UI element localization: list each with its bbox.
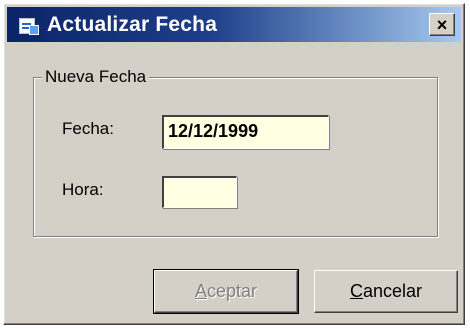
aceptar-button[interactable]: Aceptar	[153, 269, 299, 314]
cancelar-label-rest: ancelar	[362, 281, 423, 301]
fecha-input-value: 12/12/1999	[168, 121, 259, 141]
app-icon-tag	[29, 24, 39, 35]
close-icon: ×	[436, 14, 448, 35]
hora-input[interactable]	[162, 176, 237, 208]
actualizar-fecha-dialog: Actualizar Fecha × Nueva Fecha Fecha: 12…	[3, 3, 465, 325]
hora-label: Hora:	[62, 180, 104, 199]
cancelar-button-label: Cancelar	[350, 281, 422, 302]
close-button[interactable]: ×	[429, 13, 455, 36]
fecha-input[interactable]: 12/12/1999	[162, 115, 329, 149]
aceptar-label-rest: ceptar	[206, 281, 258, 301]
cancelar-button[interactable]: Cancelar	[314, 270, 458, 313]
aceptar-button-label: Aceptar	[195, 281, 257, 302]
title-bar[interactable]: Actualizar Fecha ×	[7, 7, 461, 42]
groupbox-legend: Nueva Fecha	[42, 67, 150, 87]
window-title: Actualizar Fecha	[47, 12, 218, 36]
cancelar-accelerator: C	[349, 281, 363, 301]
app-window-icon	[17, 16, 39, 35]
nueva-fecha-groupbox: Nueva Fecha	[33, 67, 438, 237]
fecha-label: Fecha:	[62, 119, 114, 138]
aceptar-accelerator: A	[194, 281, 207, 301]
